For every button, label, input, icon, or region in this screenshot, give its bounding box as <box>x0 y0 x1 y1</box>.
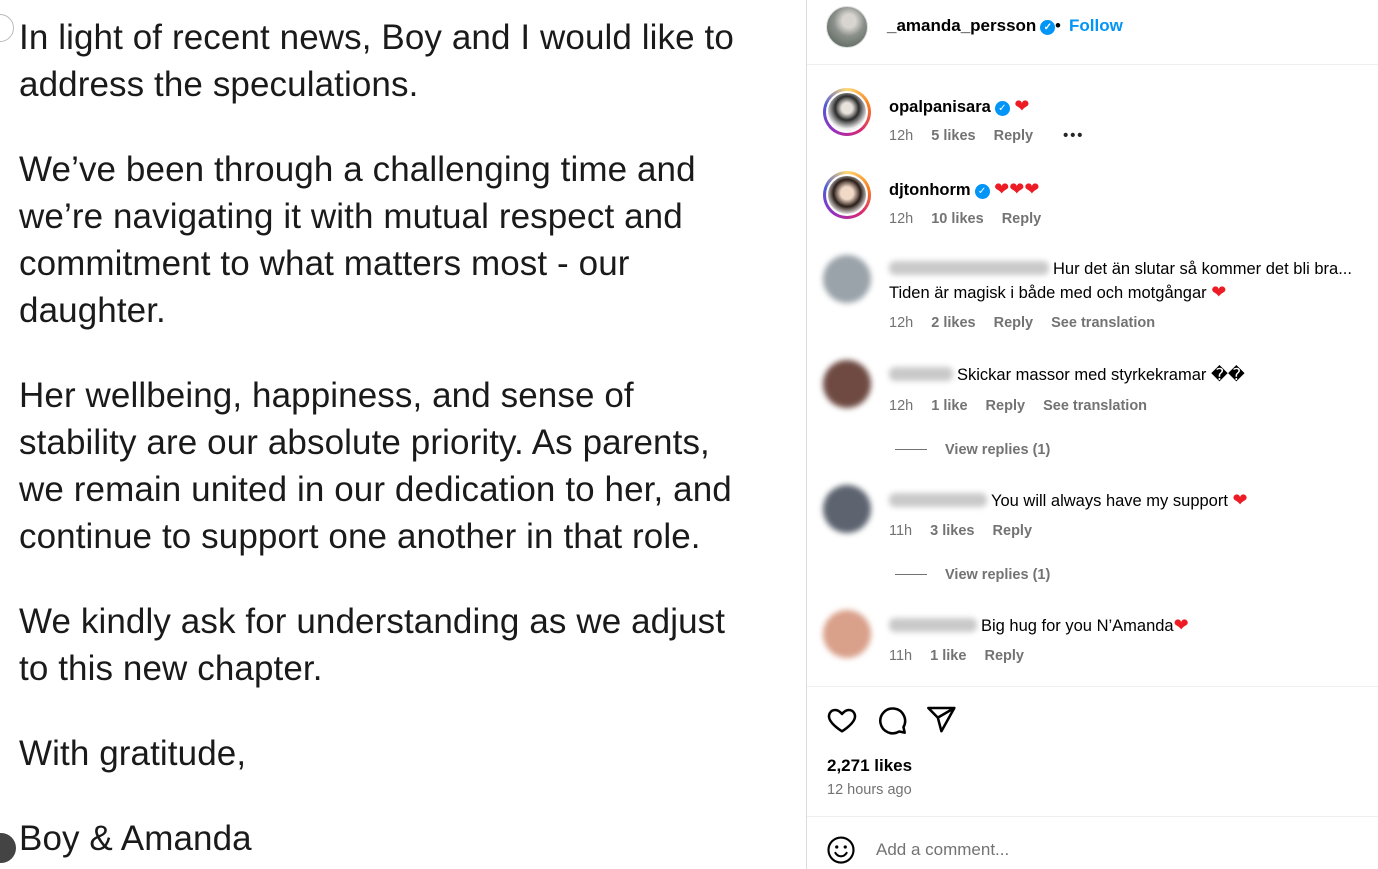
reply-button[interactable]: Reply <box>994 315 1034 331</box>
comment-input[interactable] <box>876 835 1356 865</box>
comment-heart: ❤ <box>1173 615 1189 635</box>
comment-body: Hur det än slutar så kommer det bli bra.… <box>889 258 1373 305</box>
comment-likes[interactable]: 10 likes <box>931 211 983 227</box>
comment-meta: 12h 5 likes Reply ••• <box>889 128 1098 144</box>
post-actions: 2,271 likes 12 hours ago <box>807 686 1378 816</box>
tagged-people-icon[interactable] <box>0 833 16 863</box>
commenter-avatar[interactable] <box>823 88 871 136</box>
separator-dot: • <box>1055 16 1061 35</box>
see-translation-link[interactable]: See translation <box>1051 315 1155 331</box>
likes-count[interactable]: 2,271 likes <box>827 756 912 776</box>
post-paragraph: We kindly ask for understanding as we ad… <box>19 602 726 688</box>
comment-body: Skickar massor med styrkekramar �� <box>889 364 1373 387</box>
comment-time[interactable]: 11h <box>889 523 912 539</box>
post-paragraph: We’ve been through a challenging time an… <box>19 150 696 330</box>
comment-time[interactable]: 12h <box>889 211 913 227</box>
post-panel: _amanda_persson ✓ • Follow opalpanisara ✓ … <box>806 0 1378 869</box>
verified-badge-icon: ✓ <box>974 184 990 199</box>
previous-arrow-icon[interactable] <box>0 14 14 42</box>
author-username[interactable]: _amanda_persson ✓ <box>887 16 1056 36</box>
commenter-avatar[interactable] <box>823 485 871 533</box>
comment-icon[interactable] <box>876 704 908 736</box>
comment-time[interactable]: 12h <box>889 128 913 144</box>
post-image: In light of recent news, Boy and I would… <box>0 0 806 869</box>
comment-meta: 11h 3 likes Reply <box>889 523 1046 539</box>
post-paragraph: In light of recent news, Boy and I would… <box>19 18 734 104</box>
comment-text: ❤ <box>1014 96 1030 116</box>
comment-text: You will always have my support <box>991 492 1228 510</box>
blurred-username[interactable] <box>889 493 987 507</box>
comment-body: You will always have my support ❤ <box>889 489 1373 513</box>
reply-button[interactable]: Reply <box>984 648 1024 664</box>
commenter-avatar[interactable] <box>823 360 871 408</box>
comment-time[interactable]: 12h <box>889 315 913 331</box>
view-replies-button[interactable]: View replies (1) <box>895 442 1050 458</box>
comments-list: opalpanisara ✓ ❤ 12h 5 likes Reply ••• dj… <box>807 66 1378 686</box>
reply-button[interactable]: Reply <box>1002 211 1042 227</box>
comment-heart: ❤ <box>1232 490 1248 510</box>
follow-button[interactable]: Follow <box>1069 16 1123 36</box>
reply-button[interactable]: Reply <box>986 398 1026 414</box>
comment-likes[interactable]: 5 likes <box>931 128 975 144</box>
commenter-avatar[interactable] <box>823 610 871 658</box>
blurred-username[interactable] <box>889 261 1049 275</box>
replies-divider <box>895 449 927 450</box>
post-header: _amanda_persson ✓ • Follow <box>807 0 1378 65</box>
comment-text: Skickar massor med styrkekramar �� <box>957 366 1245 384</box>
post-statement: In light of recent news, Boy and I would… <box>19 14 759 869</box>
comment-body: djtonhorm ✓ ❤❤❤ <box>889 178 1373 202</box>
comment-likes[interactable]: 1 like <box>930 648 966 664</box>
author-avatar[interactable] <box>826 6 868 48</box>
heart-icon[interactable] <box>826 704 858 736</box>
see-translation-link[interactable]: See translation <box>1043 398 1147 414</box>
replies-divider <box>895 574 927 575</box>
comment-meta: 12h 2 likes Reply See translation <box>889 315 1169 331</box>
view-replies-button[interactable]: View replies (1) <box>895 567 1050 583</box>
reply-button[interactable]: Reply <box>993 523 1033 539</box>
blurred-username[interactable] <box>889 618 977 632</box>
share-icon[interactable] <box>925 704 957 736</box>
comment-text: Big hug for you N’Amanda <box>981 617 1174 635</box>
commenter-avatar[interactable] <box>823 171 871 219</box>
comment-likes[interactable]: 2 likes <box>931 315 975 331</box>
verified-badge-icon: ✓ <box>1040 20 1056 35</box>
comment-time[interactable]: 11h <box>889 648 912 664</box>
comment-likes[interactable]: 1 like <box>931 398 967 414</box>
emoji-icon[interactable] <box>826 835 856 865</box>
blurred-username[interactable] <box>889 367 953 381</box>
comment-meta: 11h 1 like Reply <box>889 648 1038 664</box>
comment-body: opalpanisara ✓ ❤ <box>889 95 1373 119</box>
comment-text: ❤❤❤ <box>994 179 1040 199</box>
post-paragraph: With gratitude, <box>19 734 247 773</box>
verified-badge-icon: ✓ <box>994 101 1010 116</box>
comment-meta: 12h 1 like Reply See translation <box>889 398 1161 414</box>
add-comment-bar <box>807 816 1378 869</box>
reply-button[interactable]: Reply <box>994 128 1034 144</box>
post-paragraph: Her wellbeing, happiness, and sense of s… <box>19 376 732 556</box>
comment-username[interactable]: djtonhorm <box>889 181 971 199</box>
post-paragraph: Boy & Amanda <box>19 819 252 858</box>
comment-likes[interactable]: 3 likes <box>930 523 974 539</box>
comment-time[interactable]: 12h <box>889 398 913 414</box>
comment-body: Big hug for you N’Amanda❤ <box>889 614 1373 638</box>
comment-heart: ❤ <box>1211 282 1227 302</box>
comment-username[interactable]: opalpanisara <box>889 98 991 116</box>
comment-meta: 12h 10 likes Reply <box>889 211 1055 227</box>
post-time[interactable]: 12 hours ago <box>827 782 912 798</box>
more-options-icon[interactable]: ••• <box>1063 128 1084 144</box>
commenter-avatar[interactable] <box>823 255 871 303</box>
